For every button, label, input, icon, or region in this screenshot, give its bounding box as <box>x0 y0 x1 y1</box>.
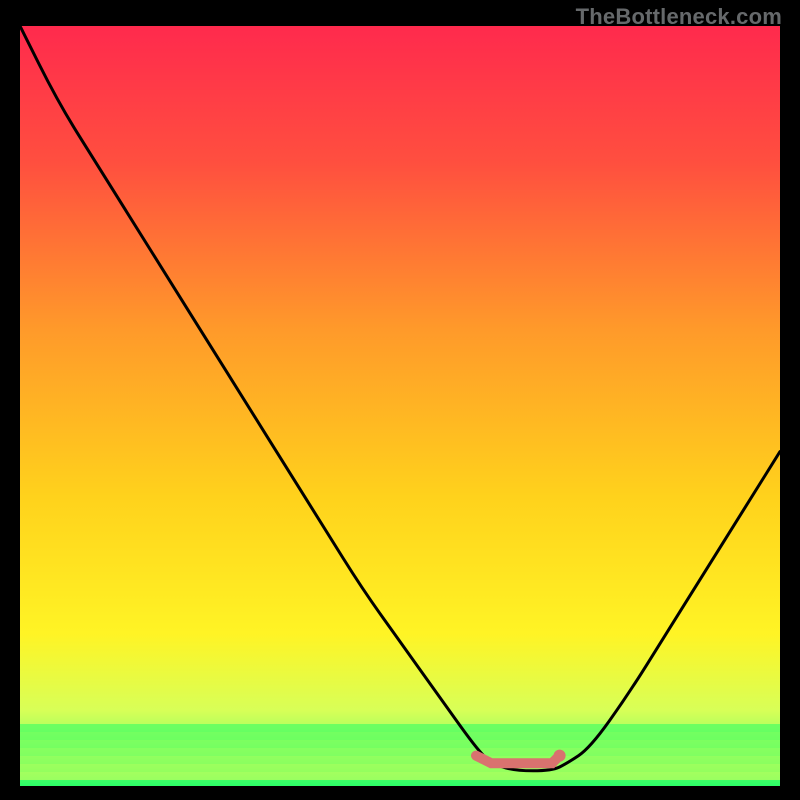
marker-dot <box>554 750 566 762</box>
marker-segment <box>476 756 560 764</box>
curve-layer <box>20 26 780 786</box>
chart-frame: TheBottleneck.com <box>0 0 800 800</box>
plot-area <box>20 26 780 786</box>
curve-path <box>20 26 780 771</box>
